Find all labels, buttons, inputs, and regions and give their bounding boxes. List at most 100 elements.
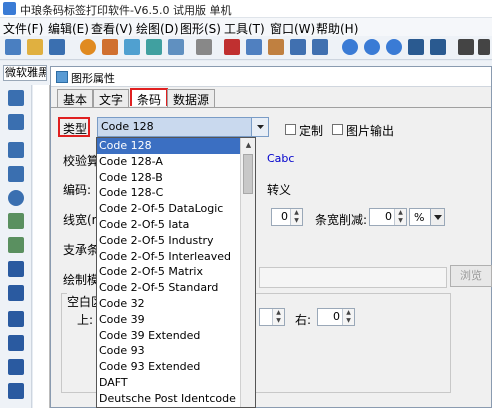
custom-label: 定制 (299, 124, 324, 138)
unit-select-arrow[interactable] (430, 209, 444, 225)
multiline-text-tool-icon[interactable] (8, 285, 24, 301)
new-icon[interactable] (5, 39, 21, 55)
type-label: 类型 (63, 122, 88, 136)
linewidth-stepper[interactable]: 0 ▲ ▼ (271, 208, 303, 226)
bar-reduce-stepper[interactable]: 0 ▲ ▼ (369, 208, 407, 226)
type-option[interactable]: Code 32 (97, 296, 240, 312)
type-option[interactable]: Deutsche Post Identcode (97, 391, 240, 407)
zoom-fit-icon[interactable] (386, 39, 402, 55)
select-tool-icon[interactable] (8, 90, 24, 106)
data-icon[interactable] (146, 39, 162, 55)
align-center-icon[interactable] (478, 39, 490, 55)
type-option[interactable]: Code 2-Of-5 Standard (97, 280, 240, 296)
type-option[interactable]: Code 93 Extended (97, 359, 240, 375)
print-icon[interactable] (102, 39, 118, 55)
app-icon (3, 2, 16, 15)
dialog-title: 图形属性 (71, 72, 115, 85)
line-tool-icon[interactable] (8, 142, 24, 158)
undo-icon[interactable] (290, 39, 306, 55)
batch-icon[interactable] (168, 39, 184, 55)
zoom-out-icon[interactable] (364, 39, 380, 55)
type-select-arrow[interactable] (251, 118, 268, 136)
menu-view[interactable]: 查看(V) (91, 20, 133, 37)
rectangle-tool-icon[interactable] (8, 166, 24, 182)
type-option[interactable]: Code 128-C (97, 185, 240, 201)
image-output-checkbox[interactable] (332, 124, 343, 135)
pan-tool-icon[interactable] (8, 114, 24, 130)
qrcode-tool-icon[interactable] (8, 335, 24, 351)
menu-edit[interactable]: 编辑(E) (48, 20, 89, 37)
encoding-label: 编码: (63, 183, 92, 197)
custom-checkbox[interactable] (285, 124, 296, 135)
tab-basic[interactable]: 基本 (57, 89, 94, 107)
linewidth-value: 0 (281, 210, 288, 223)
stepper-arrows-icon[interactable]: ▲ ▼ (290, 209, 302, 225)
stepper-arrows-icon[interactable]: ▲ ▼ (272, 309, 284, 325)
title-bar: 中琅条码标签打印软件-V6.5.0 试用版 单机 (0, 0, 492, 18)
picture-tool-icon[interactable] (8, 237, 24, 253)
shape-tool-icon[interactable] (8, 359, 24, 375)
top-stepper[interactable]: ▲ ▼ (259, 308, 285, 326)
grid-icon[interactable] (196, 39, 212, 55)
type-option[interactable]: Code 128-A (97, 154, 240, 170)
type-option[interactable]: Code 128-B (97, 170, 240, 186)
barcode-type-select[interactable]: Code 128 (97, 117, 269, 137)
open-icon[interactable] (27, 39, 43, 55)
settings-icon[interactable] (80, 39, 96, 55)
zoom-page-icon[interactable] (408, 39, 424, 55)
tab-text[interactable]: 文字 (93, 89, 130, 107)
image-tool-icon[interactable] (8, 213, 24, 229)
type-option[interactable]: Code 2-Of-5 Interleaved (97, 249, 240, 265)
barcode-tool-icon[interactable] (8, 311, 24, 327)
menu-draw[interactable]: 绘图(D) (136, 20, 179, 37)
checksum-value: Cabc (267, 152, 295, 165)
menu-window[interactable]: 窗口(W) (270, 20, 315, 37)
paste-icon[interactable] (268, 39, 284, 55)
unit-value: % (414, 211, 425, 224)
stepper-arrows-icon[interactable]: ▲ ▼ (342, 309, 354, 325)
checksum-label: 校验算 (63, 154, 100, 168)
browse-button[interactable]: 浏览 (450, 265, 492, 287)
type-option[interactable]: Code 2-Of-5 Iata (97, 217, 240, 233)
ellipse-tool-icon[interactable] (8, 190, 24, 206)
main-toolbar (0, 36, 492, 60)
draw-path-input[interactable] (259, 267, 447, 288)
dropdown-scrollbar[interactable]: ▲ (240, 138, 255, 407)
database-icon[interactable] (124, 39, 140, 55)
tab-datasource[interactable]: 数据源 (167, 89, 216, 107)
type-option[interactable]: Code 128 (97, 138, 240, 154)
menu-help[interactable]: 帮助(H) (316, 20, 358, 37)
type-option[interactable]: DAFT (97, 375, 240, 391)
stepper-arrows-icon[interactable]: ▲ ▼ (394, 209, 406, 225)
cut-icon[interactable] (224, 39, 240, 55)
type-option[interactable]: Code 2-Of-5 DataLogic (97, 201, 240, 217)
type-option[interactable]: Code 93 (97, 343, 240, 359)
vertical-ruler (33, 85, 50, 408)
menu-tools[interactable]: 工具(T) (224, 20, 265, 37)
type-option[interactable]: Code 2-Of-5 Industry (97, 233, 240, 249)
scrollbar-thumb[interactable] (243, 154, 253, 194)
right-value: 0 (333, 310, 340, 323)
menu-file[interactable]: 文件(F) (3, 20, 43, 37)
type-option[interactable]: Code 39 (97, 312, 240, 328)
font-family-select[interactable]: 微软雅黑 (3, 65, 47, 81)
tab-barcode[interactable]: 条码 (130, 88, 169, 107)
scroll-up-icon[interactable]: ▲ (241, 138, 255, 153)
copy-icon[interactable] (246, 39, 262, 55)
zoom-in-icon[interactable] (342, 39, 358, 55)
right-label: 右: (295, 313, 312, 327)
window-title: 中琅条码标签打印软件-V6.5.0 试用版 单机 (20, 4, 232, 17)
curve-tool-icon[interactable] (8, 383, 24, 399)
right-stepper[interactable]: 0 ▲ ▼ (317, 308, 355, 326)
save-icon[interactable] (49, 39, 65, 55)
menu-shape[interactable]: 图形(S) (180, 20, 221, 37)
image-output-label: 图片输出 (346, 124, 395, 138)
align-left-icon[interactable] (458, 39, 474, 55)
tool-palette (0, 85, 32, 408)
text-tool-icon[interactable] (8, 261, 24, 277)
type-option[interactable]: Code 2-Of-5 Matrix (97, 264, 240, 280)
redo-icon[interactable] (312, 39, 328, 55)
type-option[interactable]: Code 39 Extended (97, 328, 240, 344)
unit-select[interactable]: % (409, 208, 445, 226)
zoom-width-icon[interactable] (430, 39, 446, 55)
